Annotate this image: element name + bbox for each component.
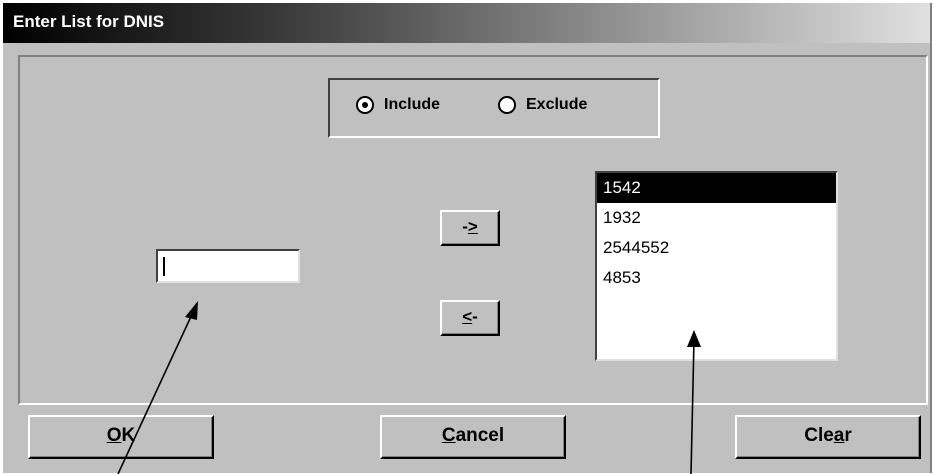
dnis-list-dialog: Enter List for DNIS Include Exclude -> <… bbox=[3, 3, 932, 473]
exclude-radio[interactable]: Exclude bbox=[498, 96, 587, 114]
ok-label-rest: K bbox=[121, 425, 136, 446]
dnis-listbox[interactable]: 1542 1932 2544552 4853 bbox=[595, 171, 838, 361]
clear-accelerator: a bbox=[833, 425, 845, 446]
text-caret bbox=[163, 257, 165, 276]
ok-button[interactable]: OK bbox=[28, 415, 214, 459]
window-title: Enter List for DNIS bbox=[13, 12, 165, 31]
list-item[interactable]: 1542 bbox=[597, 173, 836, 203]
exclude-label: Exclude bbox=[526, 96, 588, 113]
include-radio-dot bbox=[362, 102, 368, 108]
include-label: Include bbox=[384, 96, 441, 113]
remove-arrow-shaft: - bbox=[472, 307, 478, 326]
add-arrow-head: > bbox=[467, 217, 478, 236]
list-item[interactable]: 4853 bbox=[597, 263, 836, 293]
include-radio-circle[interactable] bbox=[356, 96, 374, 114]
list-item[interactable]: 2544552 bbox=[597, 233, 836, 263]
cancel-accelerator: C bbox=[441, 425, 456, 446]
include-exclude-group: Include Exclude bbox=[328, 78, 660, 138]
title-bar: Enter List for DNIS bbox=[3, 3, 930, 43]
list-item[interactable]: 1932 bbox=[597, 203, 836, 233]
add-to-list-button[interactable]: -> bbox=[440, 210, 500, 246]
remove-arrow-head: < bbox=[462, 307, 473, 326]
clear-label-start: Cle bbox=[804, 425, 834, 446]
dnis-entry-field[interactable] bbox=[156, 249, 300, 283]
cancel-button[interactable]: Cancel bbox=[380, 415, 566, 459]
include-radio[interactable]: Include bbox=[356, 96, 440, 114]
clear-label-end: r bbox=[844, 425, 852, 446]
clear-button[interactable]: Clear bbox=[735, 415, 921, 459]
exclude-radio-circle[interactable] bbox=[498, 96, 516, 114]
cancel-label-rest: ancel bbox=[455, 425, 505, 446]
ok-accelerator: O bbox=[106, 425, 122, 446]
remove-from-list-button[interactable]: <- bbox=[440, 300, 500, 336]
